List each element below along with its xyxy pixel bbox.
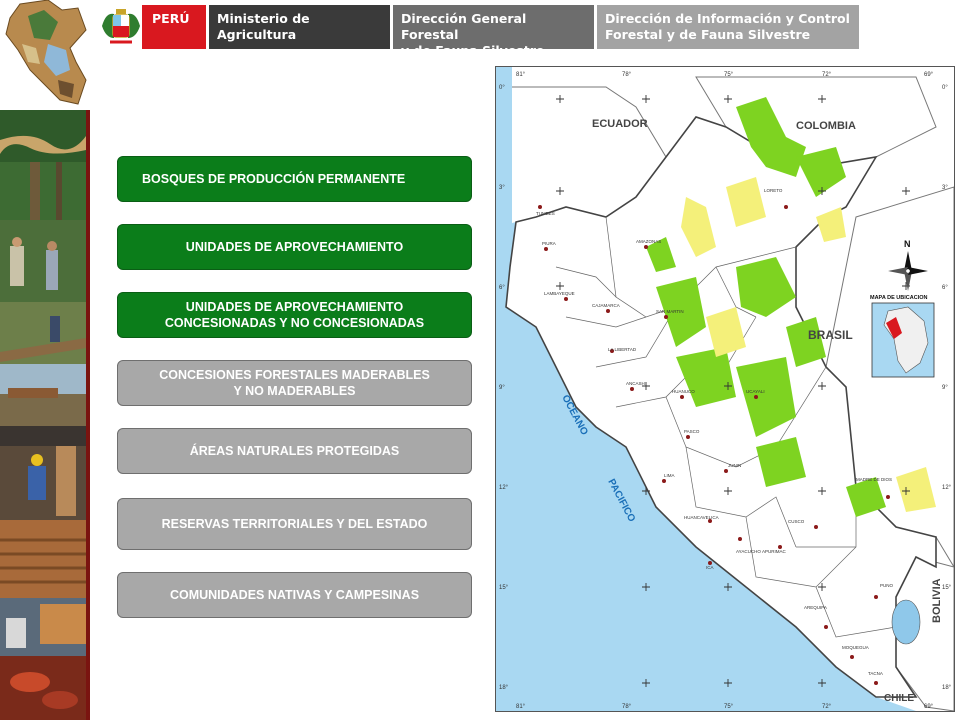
svg-text:18°: 18° [499, 685, 509, 691]
svg-text:69°: 69° [924, 704, 934, 710]
svg-text:PASCO: PASCO [684, 429, 700, 434]
svg-text:SAN MARTIN: SAN MARTIN [656, 309, 684, 314]
wood-crafts-photo [0, 656, 86, 720]
svg-text:78°: 78° [622, 72, 632, 78]
svg-text:TUMBES: TUMBES [536, 211, 555, 216]
svg-text:3°: 3° [499, 185, 505, 191]
peru-coat-of-arms-icon [102, 9, 140, 44]
svg-text:0°: 0° [499, 85, 505, 91]
svg-text:12°: 12° [942, 485, 952, 491]
svg-text:75°: 75° [724, 704, 734, 710]
sawmill-worker-photo [0, 426, 86, 520]
menu-button-unidades-concesionadas[interactable]: UNIDADES DE APROVECHAMIENTO CONCESIONADA… [117, 292, 472, 338]
svg-text:CUSCO: CUSCO [788, 519, 805, 524]
svg-text:MAPA DE UBICACION: MAPA DE UBICACION [870, 295, 927, 301]
office-label: Dirección de Información y Control Fores… [597, 5, 859, 49]
country-label-brasil: BRASIL [808, 328, 853, 342]
svg-text:15°: 15° [499, 585, 509, 591]
svg-text:CAJAMARCA: CAJAMARCA [592, 303, 620, 308]
svg-text:TACNA: TACNA [868, 671, 883, 676]
svg-text:0°: 0° [942, 85, 948, 91]
svg-text:18°: 18° [942, 685, 952, 691]
svg-text:6°: 6° [942, 285, 948, 291]
svg-text:PIURA: PIURA [542, 241, 556, 246]
tree-trunks-photo [0, 162, 86, 220]
strip-divider [86, 110, 90, 720]
svg-text:JUNIN: JUNIN [728, 463, 741, 468]
lumber-stack-photo [0, 520, 86, 598]
svg-text:MOQUEGUA: MOQUEGUA [842, 645, 869, 650]
svg-text:69°: 69° [924, 72, 934, 78]
svg-text:15°: 15° [942, 585, 952, 591]
svg-text:HUANCAVELICA: HUANCAVELICA [684, 515, 719, 520]
svg-text:HUANUCO: HUANUCO [672, 389, 695, 394]
photo-strip [0, 110, 86, 720]
location-inset-map: MAPA DE UBICACION [870, 295, 935, 378]
svg-text:LORETO: LORETO [764, 188, 783, 193]
country-label-colombia: COLOMBIA [796, 120, 856, 132]
country-label: PERÚ [142, 5, 206, 49]
river-barge-photo [0, 364, 86, 426]
svg-text:AREQUIPA: AREQUIPA [804, 605, 827, 610]
svg-text:72°: 72° [822, 704, 832, 710]
forest-map: 81° 78° 75° 72° 69° 81° 78° 75° 72° 69° … [495, 66, 955, 712]
forest-workers-photo [0, 220, 86, 302]
svg-text:72°: 72° [822, 72, 832, 78]
country-label-chile: CHILE [884, 693, 914, 704]
country-label-ecuador: ECUADOR [592, 118, 648, 130]
svg-text:PUNO: PUNO [880, 583, 894, 588]
svg-text:3°: 3° [942, 185, 948, 191]
menu-button-bosques-produccion[interactable]: BOSQUES DE PRODUCCIÓN PERMANENTE [117, 156, 472, 202]
svg-text:APURIMAC: APURIMAC [762, 549, 787, 554]
svg-text:9°: 9° [942, 385, 948, 391]
svg-text:12°: 12° [499, 485, 509, 491]
timber-yard-photo [0, 598, 86, 656]
menu-button-comunidades-nativas[interactable]: COMUNIDADES NATIVAS Y CAMPESINAS [117, 572, 472, 618]
svg-text:AYACUCHO: AYACUCHO [736, 549, 761, 554]
directorate-label: Dirección General Forestal y de Fauna Si… [393, 5, 594, 58]
river-forest-photo [0, 110, 86, 162]
menu-button-reservas-territoriales[interactable]: RESERVAS TERRITORIALES Y DEL ESTADO [117, 498, 472, 550]
svg-text:LA LIBERTAD: LA LIBERTAD [608, 347, 637, 352]
lake-titicaca [891, 599, 921, 645]
svg-text:ICA: ICA [706, 565, 714, 570]
country-label-bolivia: BOLIVIA [931, 578, 943, 623]
svg-text:AMAZONAS: AMAZONAS [636, 239, 661, 244]
svg-text:6°: 6° [499, 285, 505, 291]
svg-text:9°: 9° [499, 385, 505, 391]
svg-text:N: N [904, 239, 911, 249]
svg-text:LAMBAYEQUE: LAMBAYEQUE [544, 291, 575, 296]
svg-text:MADRE DE DIOS: MADRE DE DIOS [856, 477, 892, 482]
svg-text:75°: 75° [724, 72, 734, 78]
svg-text:ANCASH: ANCASH [626, 381, 645, 386]
logging-photo [0, 302, 86, 364]
svg-text:LIMA: LIMA [664, 473, 675, 478]
menu-button-concesiones-forestales[interactable]: CONCESIONES FORESTALES MADERABLES Y NO M… [117, 360, 472, 406]
svg-text:81°: 81° [516, 704, 526, 710]
menu-button-unidades-aprovechamiento[interactable]: UNIDADES DE APROVECHAMIENTO [117, 224, 472, 270]
svg-text:UCAYALI: UCAYALI [746, 389, 765, 394]
ministry-label: Ministerio de Agricultura [209, 5, 390, 49]
menu-button-areas-protegidas[interactable]: ÁREAS NATURALES PROTEGIDAS [117, 428, 472, 474]
peru-collage-logo [5, 0, 87, 105]
svg-text:78°: 78° [622, 704, 632, 710]
svg-text:81°: 81° [516, 72, 526, 78]
